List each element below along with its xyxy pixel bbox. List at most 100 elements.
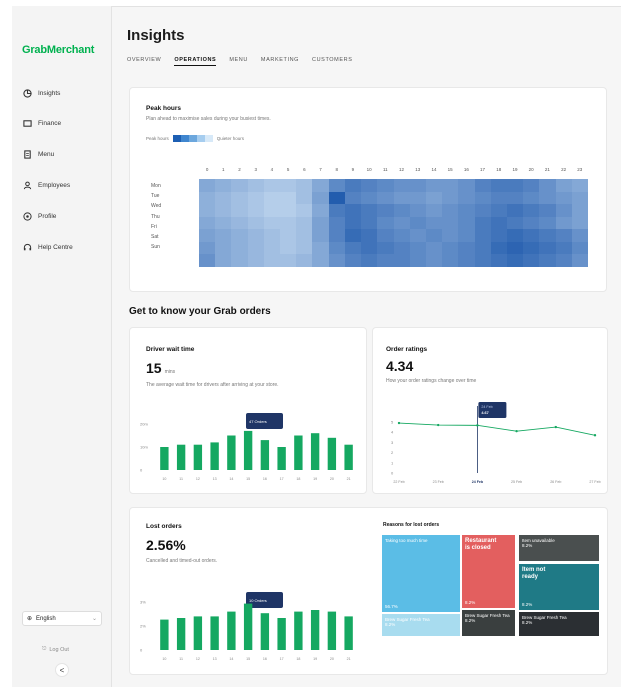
heatmap-cell [555,216,572,230]
heatmap-cell [571,254,588,267]
treemap-cell[interactable]: Taking too much time 56.7% [382,535,460,612]
treemap-cell[interactable]: Item not ready 8.2% [519,564,599,610]
bar[interactable] [294,435,303,471]
globe-icon: ⊕ [27,616,33,622]
tab-operations[interactable]: OPERATIONS [174,57,217,66]
bar[interactable] [310,433,320,470]
bar[interactable] [310,610,320,650]
sidebar-item-employees[interactable]: Employees [23,181,70,190]
heatmap-cell [247,204,264,217]
heatmap-cell [474,241,491,255]
bar[interactable] [160,447,169,470]
ratings-point[interactable] [593,434,597,437]
x-tick-label: 24 Feb [472,480,484,484]
bar[interactable] [176,618,186,650]
heatmap-cell [442,191,459,205]
bar[interactable] [277,447,286,470]
heatmap-cell [393,229,410,242]
tab-menu[interactable]: MENU [229,57,248,66]
heatmap-cell [458,204,475,217]
language-select[interactable]: ⊕ English ⌄ [22,611,102,626]
bar[interactable] [193,616,203,650]
treemap-cell[interactable]: Brew Sugar Fresh Tea 8.2% [382,614,460,636]
driver-wait-subtitle: The average wait time for drivers after … [146,382,279,388]
heatmap-day-label: Sun [151,244,160,251]
logout-label: Log Out [49,646,69,653]
bar[interactable] [210,442,219,470]
heatmap-cell [344,254,362,267]
help-icon [23,243,32,252]
ratings-point[interactable] [437,423,440,427]
heatmap-cell [442,241,459,255]
heatmap-cell [458,179,475,192]
heatmap-cell [442,216,459,230]
heatmap-cell [377,241,394,255]
bar[interactable] [260,440,270,470]
heatmap-cell [296,204,313,217]
sidebar: GrabMerchant Insights Finance Menu Emplo… [12,6,112,687]
driver-wait-number: 15 [146,360,162,376]
heatmap-cell [571,191,588,205]
heatmap-cell [344,191,362,205]
heatmap-cell [361,241,378,255]
x-tick-label: 16 [263,477,267,481]
sidebar-item-menu[interactable]: Menu [23,150,54,159]
heatmap-day-label: Fri [151,223,157,230]
heatmap-cell [328,179,345,192]
bar[interactable] [210,616,219,650]
bar[interactable] [193,444,203,470]
x-tick-label: 13 [213,657,217,661]
bar[interactable] [176,444,186,470]
ratings-point[interactable] [515,429,518,433]
x-tick-label: 18 [296,657,300,661]
heatmap-cell [280,254,297,267]
bar[interactable] [260,613,270,650]
collapse-sidebar-button[interactable]: < [55,663,69,677]
bar[interactable] [243,603,253,650]
bar[interactable] [344,444,353,470]
bar[interactable] [227,611,236,650]
heatmap-legend: Peak hours Quieter hours [146,135,244,142]
tab-overview[interactable]: OVERVIEW [127,57,161,66]
sidebar-item-finance[interactable]: Finance [23,119,61,128]
x-tick-label: 18 [296,477,300,481]
ratings-point[interactable] [397,421,401,425]
legend-scale [172,135,213,142]
treemap-cell[interactable]: Brew Sugar Fresh Tea 8.2% [462,610,515,636]
language-value: English [36,615,56,622]
ratings-point[interactable] [476,424,479,427]
heatmap-cell [409,179,426,192]
heatmap-cell [571,204,588,217]
heatmap-cell [442,204,459,217]
bar[interactable] [227,435,236,471]
sidebar-item-profile[interactable]: Profile [23,212,56,221]
heatmap-cell [474,179,491,192]
bar[interactable] [344,616,353,650]
sidebar-item-help-centre[interactable]: Help Centre [23,243,73,252]
heatmap-cell [296,241,313,255]
tooltip-date: 24 Feb [481,405,492,409]
heatmap-cell [263,179,281,192]
bar[interactable] [327,437,337,470]
bar[interactable] [327,611,337,650]
ratings-point[interactable] [554,425,557,429]
sidebar-item-insights[interactable]: Insights [23,89,60,98]
x-tick-label: 14 [229,657,233,661]
heatmap-cell [312,254,329,267]
x-tick-label: 12 [196,657,200,661]
bar[interactable] [160,619,169,650]
treemap-cell[interactable]: Restaurant is closed 8.2% [462,535,515,608]
bar[interactable] [294,611,303,650]
heatmap-cell [425,191,443,205]
treemap-cell[interactable]: Item unavailable 8.2% [519,535,599,561]
tab-customers[interactable]: CUSTOMERS [312,57,352,66]
bar[interactable] [277,618,286,650]
heatmap-hour-label: 2 [238,167,241,172]
heatmap-cell [474,191,491,205]
heatmap-cell [425,204,443,217]
treemap-value: 8.2% [522,620,533,625]
tab-marketing[interactable]: MARKETING [261,57,299,66]
treemap-cell[interactable]: Brew Sugar Fresh Tea 8.2% [519,612,599,636]
bar[interactable] [243,430,253,470]
logout-link[interactable]: ⎋ Log Out [42,646,69,653]
